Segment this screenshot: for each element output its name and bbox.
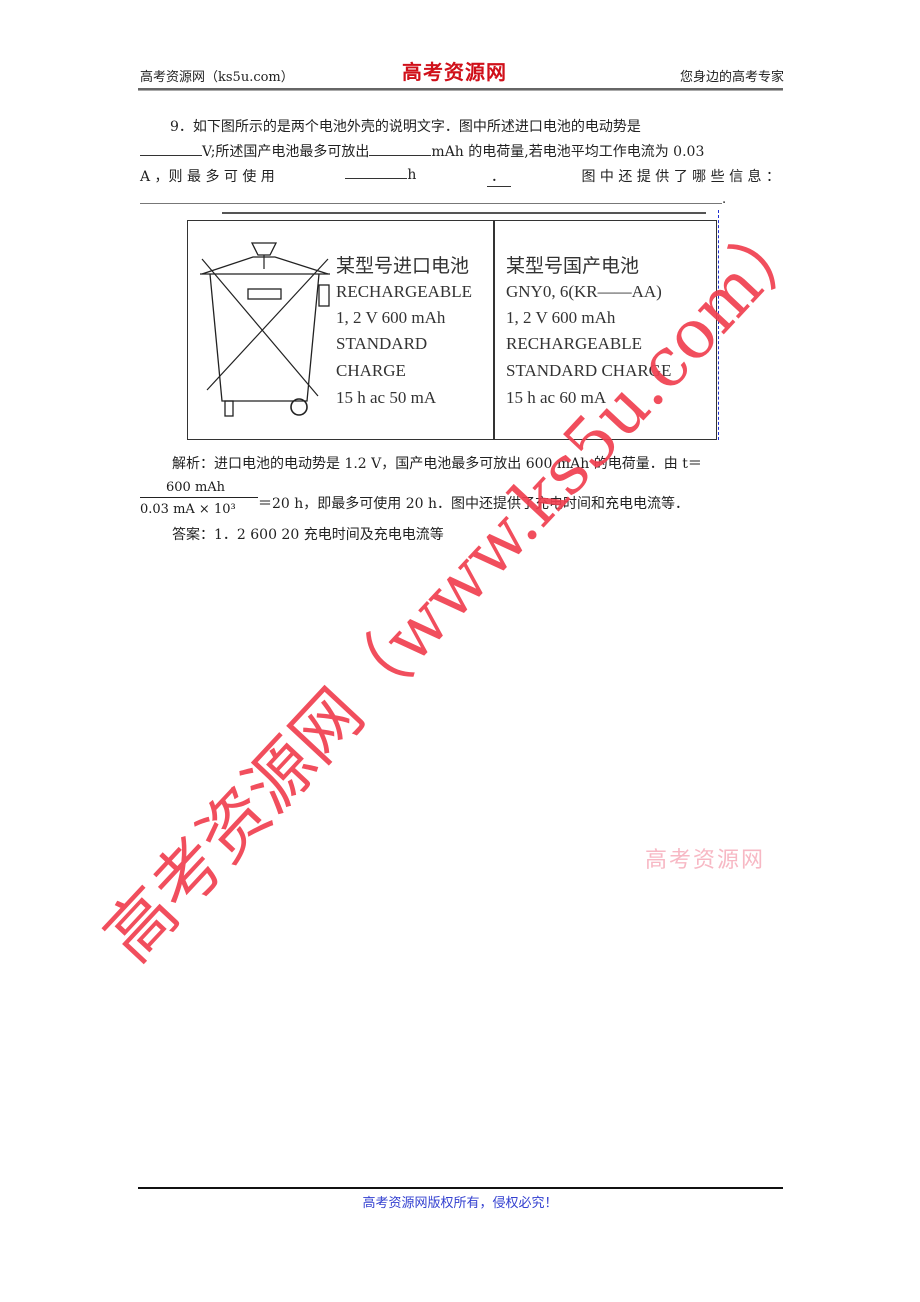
question-text-3d: 图 中 还 提 供 了 哪 些 信 息 ： <box>581 169 780 185</box>
question-text-3b: h <box>407 167 417 183</box>
imported-line-5: 15 h ac 50 mA <box>336 388 437 407</box>
header-divider <box>138 88 783 91</box>
fraction-numerator: 600 mAh <box>166 480 226 495</box>
domestic-battery-title: 某型号国产电池 <box>506 255 640 277</box>
footer-divider <box>138 1187 783 1189</box>
imported-line-4: CHARGE <box>336 361 406 380</box>
header-slogan: 您身边的高考专家 <box>679 70 784 85</box>
question-line-1: 9．如下图所示的是两个电池外壳的说明文字．图中所述进口电池的电动势是 <box>170 116 641 136</box>
imported-battery-title: 某型号进口电池 <box>336 255 470 277</box>
blank-charge[interactable] <box>369 143 432 156</box>
imported-line-2: 1, 2 V 600 mAh <box>336 308 446 327</box>
footer-copyright: 高考资源网版权所有，侵权必究！ <box>362 1196 558 1211</box>
answer-line-1[interactable] <box>140 203 722 204</box>
imported-line-3: STANDARD <box>336 334 428 353</box>
fraction-denominator: 0.03 mA × 10³ <box>140 502 236 517</box>
question-text-2b: mAh 的电荷量,若电池平均工作电流为 0.03 <box>431 144 705 160</box>
imported-line-1: RECHARGEABLE <box>336 282 472 301</box>
blank-emf[interactable] <box>140 143 202 156</box>
header-logo: 高考资源网 <box>402 60 507 84</box>
figure-divider <box>493 220 495 440</box>
question-line-3: A ，则 最 多 可 使 用 h ． 图 中 还 提 供 了 哪 些 信 息 ： <box>140 166 780 187</box>
crossed-out-wheelie-bin-icon <box>200 242 330 417</box>
question-number: 9． <box>170 119 193 135</box>
domestic-line-1: GNY0, 6(KR——AA) <box>506 282 662 301</box>
header-site-name: 高考资源网（ks5u.com） <box>140 70 294 85</box>
fraction-bar <box>140 497 258 498</box>
answer-line-end: . <box>722 192 727 207</box>
question-text-3a: A ，则 最 多 可 使 用 <box>140 169 275 185</box>
answer-line: 答案：1．2 600 20 充电时间及充电电流等 <box>172 527 444 543</box>
question-line-2: V;所述国产电池最多可放出 mAh 的电荷量,若电池平均工作电流为 0.03 <box>140 141 704 161</box>
figure-top-rule <box>222 212 706 214</box>
domestic-line-2: 1, 2 V 600 mAh <box>506 308 616 327</box>
watermark-small: 高考资源网 <box>645 848 766 873</box>
question-text-3c: ． <box>486 166 511 187</box>
question-text-2a: V;所述国产电池最多可放出 <box>202 144 370 160</box>
question-text-1: 如下图所示的是两个电池外壳的说明文字．图中所述进口电池的电动势是 <box>192 119 641 135</box>
blank-hours[interactable] <box>345 166 408 179</box>
